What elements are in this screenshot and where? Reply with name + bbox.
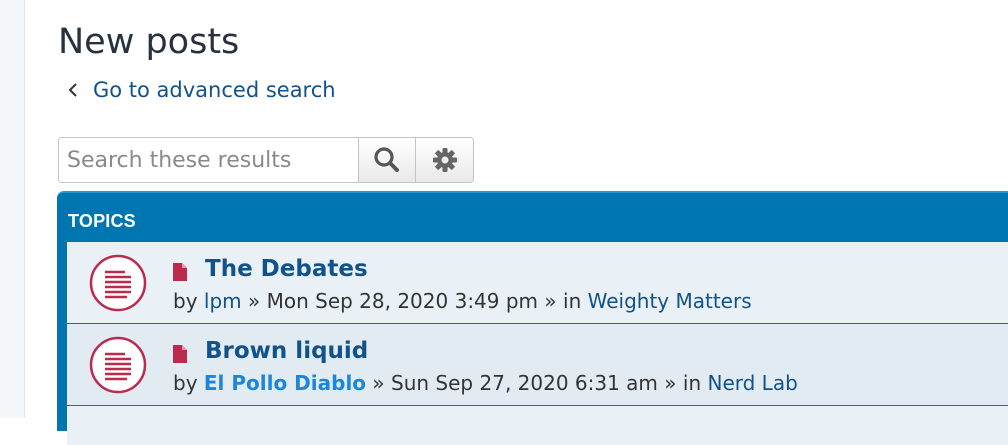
left-sidebar-gutter [0, 0, 25, 418]
by-label: by [173, 371, 198, 395]
topic-row: The Debates by lpm » Mon Sep 28, 2020 3:… [67, 241, 1008, 323]
search-icon [374, 147, 399, 172]
post-date: Mon Sep 28, 2020 3:49 pm [266, 289, 539, 313]
search-box [58, 137, 474, 183]
advanced-search-label: Go to advanced search [93, 78, 336, 102]
forum-link[interactable]: Weighty Matters [588, 289, 752, 313]
separator: » [544, 289, 557, 313]
page-title: New posts [58, 22, 240, 62]
author-link[interactable]: El Pollo Diablo [204, 371, 366, 395]
post-date: Sun Sep 27, 2020 6:31 am [391, 371, 658, 395]
topics-header: TOPICS [68, 211, 136, 231]
search-button[interactable] [357, 138, 416, 182]
topic-meta: by lpm » Mon Sep 28, 2020 3:49 pm » in W… [173, 289, 752, 313]
topic-title-link[interactable]: Brown liquid [205, 338, 368, 364]
chevron-left-icon [68, 83, 77, 97]
in-label: in [563, 289, 582, 313]
in-label: in [682, 371, 702, 395]
gear-icon [432, 148, 457, 172]
topic-read-icon [89, 336, 147, 394]
topic-row [67, 405, 1008, 445]
search-input[interactable] [59, 138, 358, 182]
topics-panel: TOPICS The Debates by lpm » Mon Sep 28, … [57, 191, 1008, 445]
settings-button[interactable] [415, 138, 473, 182]
separator: » [664, 371, 677, 395]
file-icon[interactable] [173, 345, 187, 363]
separator: » [247, 289, 261, 313]
file-icon[interactable] [173, 263, 187, 281]
forum-link[interactable]: Nerd Lab [707, 371, 797, 395]
topic-meta: by El Pollo Diablo » Sun Sep 27, 2020 6:… [173, 371, 798, 395]
separator: » [372, 371, 385, 395]
advanced-search-link[interactable]: Go to advanced search [66, 77, 336, 103]
by-label: by [173, 289, 198, 313]
topic-read-icon [89, 254, 147, 312]
topic-title-link[interactable]: The Debates [205, 256, 368, 282]
topic-row: Brown liquid by El Pollo Diablo » Sun Se… [67, 323, 1008, 405]
author-link[interactable]: lpm [204, 289, 242, 313]
